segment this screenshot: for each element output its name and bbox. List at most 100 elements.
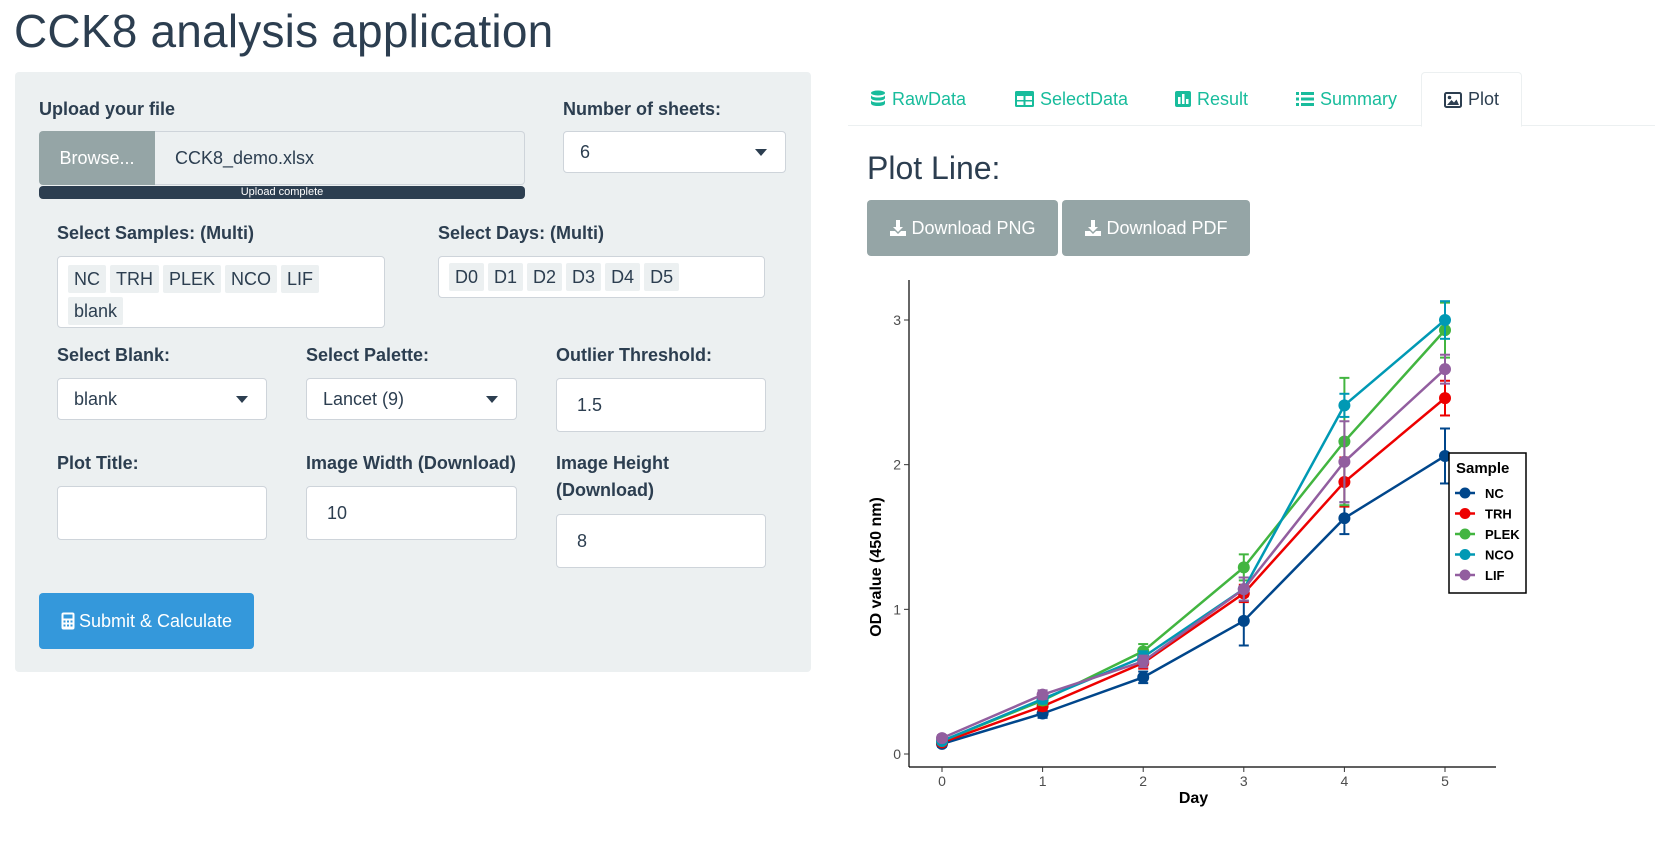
sample-chip-nc[interactable]: NC	[68, 265, 106, 293]
tab-bar: RawData SelectData Result Summary Plot	[848, 72, 1655, 127]
download-png-button[interactable]: Download PNG	[867, 200, 1058, 256]
legend-label-nc: NC	[1485, 486, 1504, 501]
series-line-trh	[941, 397, 1446, 744]
day-chip-d5[interactable]: D5	[644, 263, 680, 291]
legend-label-nco: NCO	[1485, 548, 1514, 563]
data-point-lif	[1237, 583, 1250, 596]
image-width-value: 10	[327, 502, 348, 523]
day-chip-d2[interactable]: D2	[527, 263, 563, 291]
palette-label: Select Palette:	[306, 345, 430, 365]
legend-title: Sample	[1456, 460, 1509, 477]
y-axis-label: OD value (450 nm)	[868, 497, 885, 637]
image-width-input[interactable]: 10	[306, 486, 517, 540]
day-chip-d0[interactable]: D0	[449, 263, 485, 291]
image-icon	[1444, 91, 1462, 108]
day-chip-d4[interactable]: D4	[605, 263, 641, 291]
plot-title-input[interactable]	[57, 486, 267, 540]
data-point-lif	[1439, 363, 1451, 376]
tab-plot-label: Plot	[1468, 89, 1500, 109]
palette-value: Lancet (9)	[323, 388, 405, 409]
samples-multiselect[interactable]: NC TRH PLEK NCO LIF blank	[57, 256, 385, 328]
calculator-icon	[61, 612, 75, 630]
tab-selectdata[interactable]: SelectData	[1015, 72, 1128, 126]
x-tick-label: 4	[1341, 773, 1349, 789]
x-tick-label: 0	[938, 773, 946, 789]
legend-key-point-plek	[1459, 528, 1471, 540]
series-line-nco	[941, 319, 1446, 743]
sheets-value: 6	[580, 141, 591, 162]
sample-chip-blank[interactable]: blank	[68, 297, 124, 325]
data-point-nco	[1338, 399, 1351, 412]
legend-key-point-nc	[1459, 487, 1471, 499]
tab-summary-label: Summary	[1320, 88, 1398, 109]
tab-result-label: Result	[1197, 88, 1249, 109]
data-point-lif	[1137, 655, 1150, 668]
x-tick-label: 3	[1240, 773, 1248, 789]
data-point-lif	[1036, 688, 1049, 701]
submit-label: Submit & Calculate	[78, 610, 233, 631]
data-point-nc	[1137, 671, 1150, 684]
outlier-value: 1.5	[577, 394, 603, 415]
tab-result[interactable]: Result	[1175, 72, 1248, 126]
sample-chip-plek[interactable]: PLEK	[163, 265, 222, 293]
x-tick-label: 5	[1441, 773, 1449, 789]
legend-key-point-nco	[1459, 549, 1471, 560]
day-chip-d1[interactable]: D1	[488, 263, 524, 291]
sidebar-panel: Upload your file Browse... CCK8_demo.xls…	[15, 72, 811, 672]
browse-button[interactable]: Browse...	[39, 131, 155, 185]
y-tick-label: 2	[893, 457, 901, 473]
download-png-label: Download PNG	[911, 217, 1036, 238]
list-icon	[1296, 92, 1314, 106]
tab-selectdata-label: SelectData	[1040, 88, 1129, 109]
days-label: Select Days: (Multi)	[438, 223, 605, 243]
tab-summary[interactable]: Summary	[1296, 72, 1397, 126]
sheets-label: Number of sheets:	[563, 99, 722, 119]
data-point-plek	[1237, 561, 1250, 574]
blank-select[interactable]: blank	[57, 378, 267, 420]
series-line-lif	[941, 368, 1446, 740]
x-axis-label: Day	[1179, 790, 1208, 807]
database-icon	[871, 90, 885, 106]
width-label: Image Width (Download)	[306, 453, 516, 473]
outlier-input[interactable]: 1.5	[556, 378, 766, 432]
image-height-input[interactable]: 8	[556, 514, 766, 568]
legend-label-trh: TRH	[1485, 507, 1512, 522]
day-chip-d3[interactable]: D3	[566, 263, 602, 291]
table-icon	[1015, 91, 1034, 107]
y-tick-label: 0	[893, 746, 901, 762]
y-tick-label: 3	[893, 312, 901, 328]
tab-rawdata-label: RawData	[892, 88, 967, 109]
series-line-plek	[941, 329, 1446, 743]
chevron-down-icon	[755, 149, 767, 156]
series-line-nc	[941, 454, 1446, 746]
data-point-nco	[1439, 314, 1451, 326]
download-pdf-button[interactable]: Download PDF	[1062, 200, 1250, 256]
palette-select[interactable]: Lancet (9)	[306, 378, 517, 420]
plot-title-label: Plot Title:	[57, 453, 139, 473]
submit-calculate-button[interactable]: Submit & Calculate	[39, 593, 254, 649]
legend-label-lif: LIF	[1485, 568, 1505, 583]
sheets-select[interactable]: 6	[563, 131, 786, 173]
days-multiselect[interactable]: D0 D1 D2 D3 D4 D5	[438, 256, 765, 298]
legend-key-point-trh	[1459, 508, 1471, 519]
samples-label: Select Samples: (Multi)	[57, 223, 255, 243]
y-tick-label: 1	[893, 601, 901, 617]
app-title: CCK8 analysis application	[14, 5, 554, 57]
data-point-lif	[936, 732, 948, 745]
image-height-value: 8	[577, 530, 588, 551]
blank-label: Select Blank:	[57, 345, 171, 365]
upload-label: Upload your file	[39, 99, 176, 119]
data-point-lif	[1338, 455, 1351, 468]
data-point-nc	[1237, 614, 1250, 627]
upload-progress-bar: Upload complete	[39, 186, 525, 199]
legend-key-point-lif	[1459, 569, 1471, 581]
data-point-nc	[1338, 512, 1351, 525]
file-name-field: CCK8_demo.xlsx	[155, 131, 525, 185]
sample-chip-nco[interactable]: NCO	[225, 265, 278, 293]
sample-chip-lif[interactable]: LIF	[281, 265, 320, 293]
download-icon	[890, 220, 907, 236]
tab-rawdata[interactable]: RawData	[870, 72, 966, 126]
sample-chip-trh[interactable]: TRH	[110, 265, 159, 293]
tab-plot[interactable]: Plot	[1421, 72, 1523, 127]
blank-value: blank	[74, 388, 118, 409]
